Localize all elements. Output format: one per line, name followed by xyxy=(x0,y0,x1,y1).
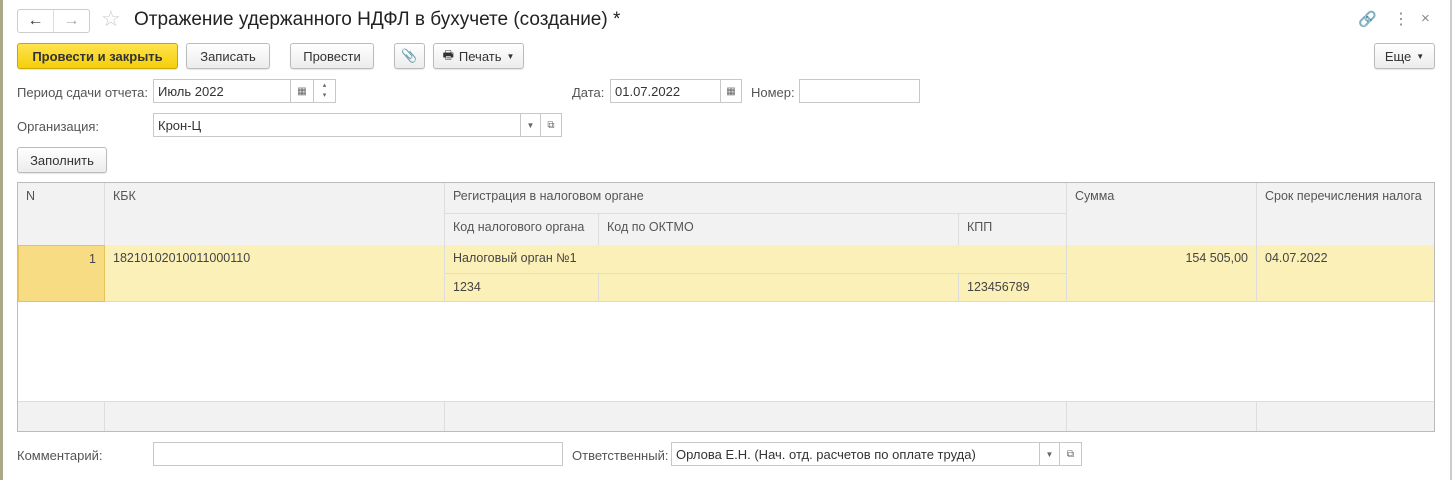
chevron-down-icon: ▼ xyxy=(506,51,515,61)
close-icon[interactable]: × xyxy=(1421,10,1430,27)
printer-icon: 🖶 xyxy=(442,47,454,62)
date-label: Дата: xyxy=(572,85,605,100)
table-row[interactable]: 1 18210102010011000110 Налоговый орган №… xyxy=(18,245,1434,302)
forward-button[interactable]: → xyxy=(54,10,89,32)
date-input[interactable]: 01.07.2022 xyxy=(610,79,721,103)
save-button[interactable]: Записать xyxy=(186,43,270,69)
organization-input[interactable]: Крон-Ц xyxy=(153,113,521,137)
dropdown-chevron-icon[interactable]: ▼ xyxy=(1039,442,1060,466)
cell-n[interactable]: 1 xyxy=(18,245,105,302)
cell-sum[interactable]: 154 505,00 xyxy=(1067,245,1257,302)
period-label: Период сдачи отчета: xyxy=(17,85,149,100)
organization-label: Организация: xyxy=(17,119,100,134)
cell-tax-authority[interactable]: Налоговый орган №1 xyxy=(445,245,1067,274)
comment-input[interactable] xyxy=(153,442,563,466)
more-vertical-icon[interactable]: ⋮ xyxy=(1393,9,1409,29)
calendar-icon[interactable]: ▦ xyxy=(720,79,742,103)
more-button[interactable]: Еще ▼ xyxy=(1374,43,1435,69)
number-label: Номер: xyxy=(751,85,795,100)
calendar-icon[interactable]: ▦ xyxy=(290,79,314,103)
back-button[interactable]: ← xyxy=(18,10,54,32)
favorite-star-icon[interactable]: ☆ xyxy=(101,6,121,32)
period-stepper[interactable]: ▴ ▾ xyxy=(313,79,336,103)
fill-button[interactable]: Заполнить xyxy=(17,147,107,173)
col-header-deadline[interactable]: Срок перечисления налога xyxy=(1257,183,1434,245)
col-header-tax-code[interactable]: Код налогового органа xyxy=(445,214,599,245)
link-icon[interactable]: 🔗 xyxy=(1358,10,1377,28)
open-icon[interactable]: ⧉ xyxy=(1059,442,1082,466)
chevron-down-icon: ▼ xyxy=(1416,51,1425,61)
post-button[interactable]: Провести xyxy=(290,43,374,69)
paperclip-icon: 📎 xyxy=(401,48,418,63)
cell-kbk[interactable]: 18210102010011000110 xyxy=(105,245,445,302)
attach-button[interactable]: 📎 xyxy=(394,43,425,69)
col-header-registration[interactable]: Регистрация в налоговом органе xyxy=(445,183,1067,214)
cell-kpp[interactable]: 123456789 xyxy=(959,274,1067,302)
open-icon[interactable]: ⧉ xyxy=(540,113,562,137)
cell-oktmo[interactable] xyxy=(599,274,959,302)
col-header-kbk[interactable]: КБК xyxy=(105,183,445,245)
col-header-sum[interactable]: Сумма xyxy=(1067,183,1257,245)
col-header-kpp[interactable]: КПП xyxy=(959,214,1067,245)
col-header-n[interactable]: N xyxy=(18,183,105,245)
table-footer xyxy=(18,401,1434,431)
table: N КБК Регистрация в налоговом органе Код… xyxy=(17,182,1435,432)
nav-buttons: ← → xyxy=(17,9,90,33)
period-input[interactable]: Июль 2022 xyxy=(153,79,291,103)
post-and-close-button[interactable]: Провести и закрыть xyxy=(17,43,178,69)
dropdown-chevron-icon[interactable]: ▼ xyxy=(520,113,541,137)
print-button[interactable]: 🖶 Печать ▼ xyxy=(433,43,524,69)
window-title: Отражение удержанного НДФЛ в бухучете (с… xyxy=(134,9,621,30)
cell-deadline[interactable]: 04.07.2022 xyxy=(1257,245,1434,302)
comment-label: Комментарий: xyxy=(17,448,103,463)
responsible-label: Ответственный: xyxy=(572,448,669,463)
number-input[interactable] xyxy=(799,79,920,103)
cell-tax-code[interactable]: 1234 xyxy=(445,274,599,302)
col-header-oktmo[interactable]: Код по ОКТМО xyxy=(599,214,959,245)
responsible-input[interactable]: Орлова Е.Н. (Нач. отд. расчетов по оплат… xyxy=(671,442,1040,466)
